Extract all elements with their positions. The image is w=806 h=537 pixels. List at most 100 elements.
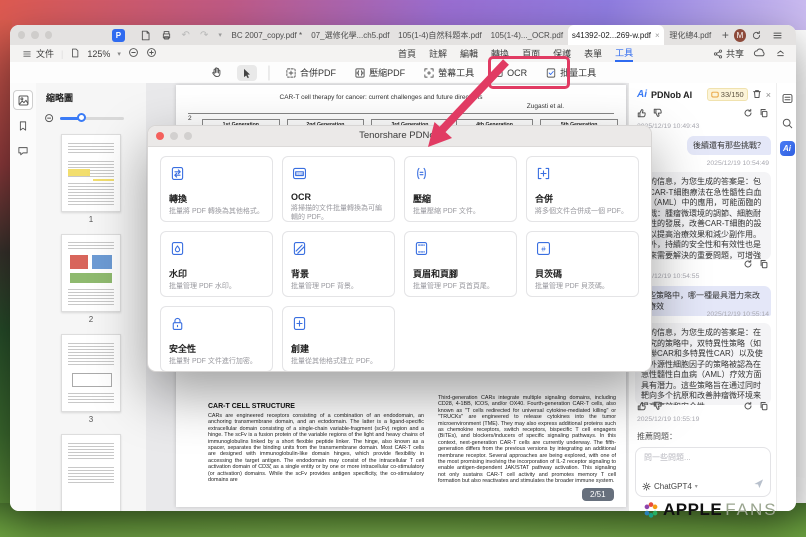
close-window-button[interactable]: [18, 31, 25, 39]
card-ocr[interactable]: OCR OCR 將掃描的文件批量轉換為可編輯的 PDF。: [282, 156, 395, 222]
ai-question-input[interactable]: [642, 452, 766, 463]
svg-text:#: #: [541, 244, 546, 253]
tab-s41392-active[interactable]: s41392-02...269-w.pdf×: [568, 25, 664, 45]
copy-icon[interactable]: [759, 259, 769, 271]
ai-sidebar-icon[interactable]: Ai: [780, 141, 795, 156]
clear-chat-icon[interactable]: [752, 89, 762, 101]
close-tab-icon[interactable]: ×: [655, 31, 660, 40]
regenerate-icon[interactable]: [743, 401, 753, 413]
thumbnails-panel-title: 縮略圖: [46, 91, 146, 104]
thumbnail-zoom-slider[interactable]: [44, 113, 138, 124]
ocr-icon: OCR: [291, 165, 308, 182]
page-thumbnail-4[interactable]: [61, 434, 121, 511]
user-message-bubble: 後續還有那些挑戰？: [687, 136, 771, 155]
ai-panel-title: PDNob AI: [651, 90, 692, 100]
card-header-footer[interactable]: 頁眉和頁腳 批量管理 PDF 頁首頁尾。: [404, 231, 517, 297]
zoom-in-icon[interactable]: [146, 47, 157, 60]
nav-page[interactable]: 頁面: [522, 46, 540, 61]
thumbs-down-icon[interactable]: [653, 401, 663, 413]
regenerate-icon[interactable]: [743, 259, 753, 271]
copy-icon[interactable]: [759, 108, 769, 120]
compress-pdf-button[interactable]: 壓縮PDF: [350, 64, 409, 81]
merge-icon: [535, 165, 552, 182]
ai-message-bubble: 中的信息，为您生成的答案是：包括CAR-T細胞療法在急性髓性白血病（AML）中的…: [635, 172, 771, 260]
background-icon: [291, 240, 308, 257]
batch-tools-button[interactable]: 批量工具: [541, 64, 600, 81]
tab-science-book[interactable]: 105(1-4)自然科題本.pdf: [394, 25, 486, 45]
thumbs-up-icon[interactable]: [637, 108, 647, 120]
right-rail: Ai: [776, 83, 796, 511]
card-watermark[interactable]: 水印 批量管理 PDF 水印。: [160, 231, 273, 297]
cloud-icon[interactable]: [753, 47, 766, 60]
feedback-icons-row: [637, 108, 663, 120]
message-actions-row: [743, 108, 769, 120]
new-tab-button[interactable]: +: [722, 28, 729, 42]
page-thumbnail-2[interactable]: [61, 234, 121, 312]
merge-pdf-button[interactable]: 合併PDF: [281, 64, 340, 81]
copy-icon[interactable]: [759, 401, 769, 413]
zoom-out-icon[interactable]: [128, 47, 139, 60]
timestamp: 2025/12/19 10:54:49: [707, 160, 769, 167]
applefans-flower-icon: [642, 501, 660, 519]
save-icon[interactable]: [140, 30, 151, 41]
nav-tools-active[interactable]: 工具: [615, 45, 633, 62]
thumbnails-panel-icon[interactable]: [13, 90, 33, 110]
file-menu-button[interactable]: 文件: [22, 47, 54, 60]
zoom-level-value[interactable]: 125%: [87, 49, 110, 59]
nav-home[interactable]: 首頁: [398, 46, 416, 61]
send-icon[interactable]: [753, 478, 764, 491]
sync-icon[interactable]: [751, 30, 762, 41]
card-convert[interactable]: 轉換 批量將 PDF 轉換為其他格式。: [160, 156, 273, 222]
nav-annotate[interactable]: 註解: [429, 46, 447, 61]
comments-panel-icon[interactable]: [14, 142, 32, 160]
notes-panel-icon[interactable]: [780, 91, 795, 106]
close-ai-panel-icon[interactable]: ×: [766, 90, 771, 100]
ocr-button[interactable]: OCR: [488, 65, 531, 81]
tab-chem-ch5[interactable]: 07_選修化學...ch5.pdf: [307, 25, 394, 45]
card-background[interactable]: 背景 批量管理 PDF 背景。: [282, 231, 395, 297]
zoom-window-button[interactable]: [45, 31, 52, 39]
account-avatar[interactable]: M: [734, 29, 746, 42]
screen-tools-button[interactable]: 螢幕工具: [419, 64, 478, 81]
brand-apple: APPLE: [663, 500, 722, 520]
bookmarks-panel-icon[interactable]: [14, 117, 32, 135]
zoom-caret-icon[interactable]: ▾: [117, 50, 121, 58]
select-tool-button[interactable]: [237, 65, 257, 81]
page-thumbnail-3[interactable]: [61, 334, 121, 412]
tab-science-ocr[interactable]: 105(1-4)..._OCR.pdf: [486, 25, 568, 45]
card-merge[interactable]: 合併 將多個文件合併成一個 PDF。: [526, 156, 639, 222]
divider: |: [61, 49, 63, 59]
nav-form[interactable]: 表單: [584, 46, 602, 61]
paper-page-number: 2: [188, 115, 192, 122]
share-button[interactable]: 共享: [713, 47, 744, 60]
page-thumbnail-1[interactable]: [61, 134, 121, 212]
hamburger-menu-icon[interactable]: [772, 30, 783, 41]
card-create[interactable]: 創建 批量從其他格式建立 PDF。: [282, 306, 395, 372]
search-icon[interactable]: [780, 116, 795, 131]
model-selector[interactable]: ChatGPT4 ▾: [642, 482, 698, 491]
tab-bc2007[interactable]: BC 2007_copy.pdf *: [227, 25, 307, 45]
tab-lihua4[interactable]: 理化總4.pdf: [664, 25, 717, 45]
redo-icon[interactable]: ↷: [200, 30, 208, 41]
minimize-window-button[interactable]: [31, 31, 38, 39]
thumbs-up-icon[interactable]: [637, 401, 647, 413]
collapse-toolbar-icon[interactable]: [775, 47, 786, 60]
card-bates[interactable]: # 貝茨碼 批量管理 PDF 貝茨碼。: [526, 231, 639, 297]
undo-icon[interactable]: ↶: [182, 30, 190, 41]
thumbs-down-icon[interactable]: [653, 108, 663, 120]
nav-edit[interactable]: 編輯: [460, 46, 478, 61]
card-compress[interactable]: 壓縮 批量壓縮 PDF 文件。: [404, 156, 517, 222]
brand-fans: FANS: [725, 500, 777, 520]
page-fit-icon[interactable]: [70, 48, 80, 60]
more-tools-caret-icon[interactable]: ▾: [218, 31, 222, 39]
pdnob-ai-logo: Ai: [637, 89, 647, 100]
regenerate-icon[interactable]: [743, 108, 753, 120]
slider-knob[interactable]: [77, 113, 86, 122]
card-security[interactable]: 安全性 批量對 PDF 文件進行加密。: [160, 306, 273, 372]
security-icon: [169, 315, 186, 332]
hand-tool-button[interactable]: [206, 64, 227, 81]
nav-convert[interactable]: 轉換: [491, 46, 509, 61]
print-icon[interactable]: [161, 30, 172, 41]
nav-protect[interactable]: 保護: [553, 46, 571, 61]
rule: [188, 113, 614, 114]
